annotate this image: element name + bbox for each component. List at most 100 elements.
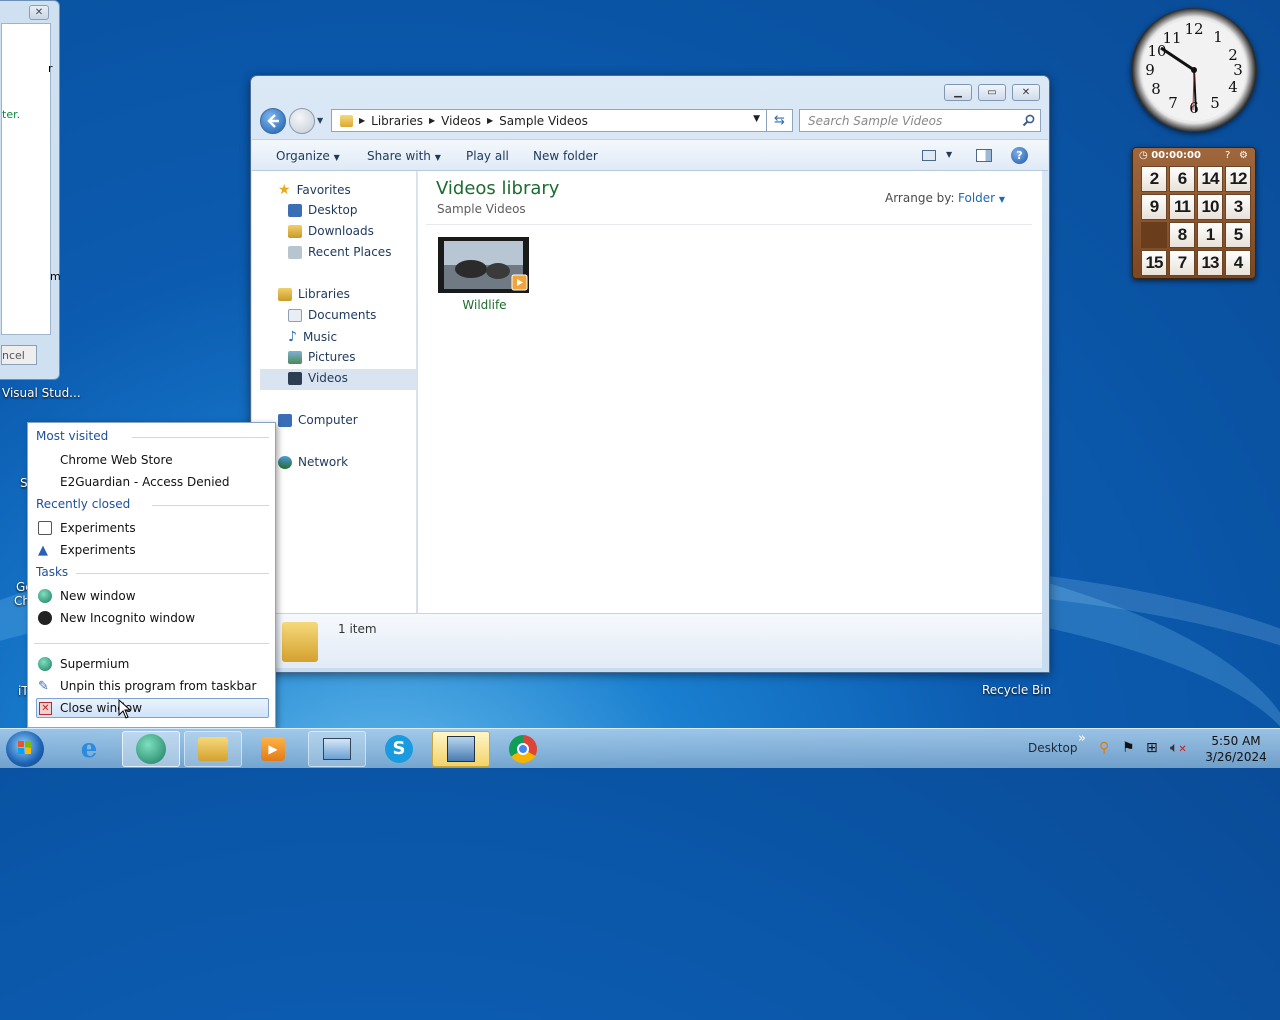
puzzle-tile[interactable]: 9 (1141, 194, 1167, 220)
clock-date[interactable]: 3/26/2024 (1202, 750, 1270, 764)
breadcrumb-sample-videos[interactable]: Sample Videos (499, 114, 588, 128)
nav-libraries[interactable]: Libraries (278, 287, 350, 301)
network-tray-icon[interactable]: ⊞ (1146, 740, 1158, 756)
supermium-icon (38, 589, 52, 603)
nav-documents[interactable]: Documents (288, 308, 376, 322)
organize-button[interactable]: Organize ▼ (276, 149, 340, 163)
supermium-icon (136, 734, 166, 764)
nav-favorites[interactable]: ★ Favorites (278, 182, 351, 198)
incognito-icon (38, 611, 52, 625)
nav-downloads[interactable]: Downloads (288, 224, 374, 238)
action-center-flag-icon[interactable]: ⚑ (1122, 740, 1135, 756)
taskbar-explorer[interactable] (184, 731, 242, 767)
jump-item-app[interactable]: Supermium (36, 654, 269, 674)
history-dropdown-icon[interactable]: ▼ (317, 116, 323, 125)
puzzle-tile[interactable]: 8 (1169, 222, 1195, 248)
nav-desktop[interactable]: Desktop (288, 203, 358, 217)
unpin-item[interactable]: ✎ Unpin this program from taskbar (36, 676, 269, 696)
clock-time[interactable]: 5:50 AM (1206, 734, 1266, 748)
taskbar-control-panel[interactable] (308, 731, 366, 767)
close-button[interactable]: ✕ (1012, 84, 1040, 101)
minimize-button[interactable]: ▁ (944, 84, 972, 101)
puzzle-tile[interactable]: 11 (1169, 194, 1195, 220)
new-folder-button[interactable]: New folder (533, 149, 598, 163)
puzzle-tile[interactable]: 7 (1169, 250, 1195, 276)
nav-music[interactable]: ♪ Music (288, 329, 337, 345)
puzzle-timer: ◷ 00:00:00 (1139, 150, 1201, 161)
back-button[interactable] (260, 108, 286, 134)
address-dropdown-icon[interactable]: ▼ (753, 114, 760, 124)
preview-pane-icon[interactable] (976, 149, 992, 162)
file-name[interactable]: Wildlife (436, 298, 533, 312)
puzzle-options-icon[interactable]: ⚙ (1239, 150, 1248, 161)
puzzle-tile[interactable]: 10 (1197, 194, 1223, 220)
desktop-icon-label[interactable]: Visual Stud... (2, 386, 81, 400)
play-all-button[interactable]: Play all (466, 149, 509, 163)
refresh-button[interactable]: ⇆ (767, 109, 793, 132)
desktop-icon (288, 203, 302, 217)
search-input[interactable]: Search Sample Videos (799, 109, 1041, 132)
cancel-button[interactable]: ncel (1, 345, 37, 365)
search-icon[interactable] (1022, 114, 1035, 127)
documents-icon (288, 308, 302, 322)
jump-item[interactable]: Chrome Web Store (36, 450, 269, 470)
start-button[interactable] (6, 731, 44, 767)
jump-item[interactable]: ▲ Experiments (36, 540, 269, 560)
puzzle-tile[interactable]: 1 (1197, 222, 1223, 248)
taskbar-ie[interactable]: e (60, 731, 118, 767)
taskbar-setup[interactable] (432, 731, 490, 767)
text-fragment: m (50, 270, 61, 283)
taskbar-media-center[interactable]: ▶ (244, 731, 302, 767)
music-icon: ♪ (288, 329, 297, 345)
nav-recent-places[interactable]: Recent Places (288, 245, 391, 259)
breadcrumb-libraries[interactable]: Libraries (371, 114, 423, 128)
puzzle-tile[interactable]: 12 (1225, 166, 1251, 192)
puzzle-gadget[interactable]: ◷ 00:00:00 ? ⚙ 2 6 14 12 9 11 10 3 8 1 5 15 7 13 4 (1132, 147, 1256, 279)
puzzle-tile[interactable]: 14 (1197, 166, 1223, 192)
view-icon[interactable] (922, 150, 936, 161)
arrange-by-dropdown[interactable]: Folder ▼ (958, 191, 1005, 205)
close-icon[interactable]: ✕ (29, 5, 49, 20)
file-item-wildlife[interactable] (436, 235, 531, 295)
puzzle-help-icon[interactable]: ? (1225, 150, 1230, 161)
puzzle-tile[interactable]: 5 (1225, 222, 1251, 248)
videos-icon (288, 371, 302, 385)
close-window-item[interactable]: ✕ Close window (36, 698, 269, 718)
maximize-button[interactable]: ▭ (978, 84, 1006, 101)
nav-computer[interactable]: Computer (278, 413, 358, 427)
supermium-icon (38, 657, 52, 671)
address-bar[interactable]: ▶ Libraries ▶ Videos ▶ Sample Videos ▼ (331, 109, 767, 132)
recycle-bin-label[interactable]: Recycle Bin (982, 683, 1051, 697)
volume-muted-icon[interactable]: 🔈︎✕ (1170, 740, 1187, 756)
clock-gadget[interactable]: 12 1 2 3 4 5 6 7 8 9 10 11 (1131, 8, 1257, 132)
taskbar-chrome[interactable] (494, 731, 552, 767)
cursor-icon (118, 699, 132, 719)
video-thumbnail-icon (438, 237, 529, 293)
nav-network[interactable]: Network (278, 455, 348, 469)
forward-button[interactable] (289, 108, 315, 134)
view-dropdown-icon[interactable]: ▼ (946, 150, 952, 159)
desktop-toolbar-label[interactable]: Desktop (1028, 741, 1078, 755)
new-window-item[interactable]: New window (36, 586, 269, 606)
taskbar-skype[interactable]: S (370, 731, 428, 767)
puzzle-tile[interactable]: 15 (1141, 250, 1167, 276)
jump-item[interactable]: E2Guardian - Access Denied (36, 472, 269, 492)
taskbar-supermium[interactable] (122, 731, 180, 767)
nav-videos[interactable]: Videos (288, 371, 348, 385)
toolbar-chevron-icon[interactable]: » (1078, 731, 1086, 746)
puzzle-tile[interactable]: 4 (1225, 250, 1251, 276)
help-icon[interactable]: ? (1011, 147, 1028, 164)
puzzle-tile[interactable]: 13 (1197, 250, 1223, 276)
puzzle-tile[interactable]: 3 (1225, 194, 1251, 220)
breadcrumb-videos[interactable]: Videos (441, 114, 481, 128)
pictures-icon (288, 350, 302, 364)
new-incognito-window-item[interactable]: New Incognito window (36, 608, 269, 628)
nav-pictures[interactable]: Pictures (288, 350, 356, 364)
media-icon: ▶ (261, 737, 285, 761)
puzzle-tile[interactable]: 6 (1169, 166, 1195, 192)
share-with-button[interactable]: Share with ▼ (367, 149, 441, 163)
breadcrumb-arrow-icon: ▶ (487, 116, 494, 125)
search-tray-icon[interactable]: ⚲ (1099, 740, 1109, 756)
puzzle-tile[interactable]: 2 (1141, 166, 1167, 192)
jump-item[interactable]: Experiments (36, 518, 269, 538)
